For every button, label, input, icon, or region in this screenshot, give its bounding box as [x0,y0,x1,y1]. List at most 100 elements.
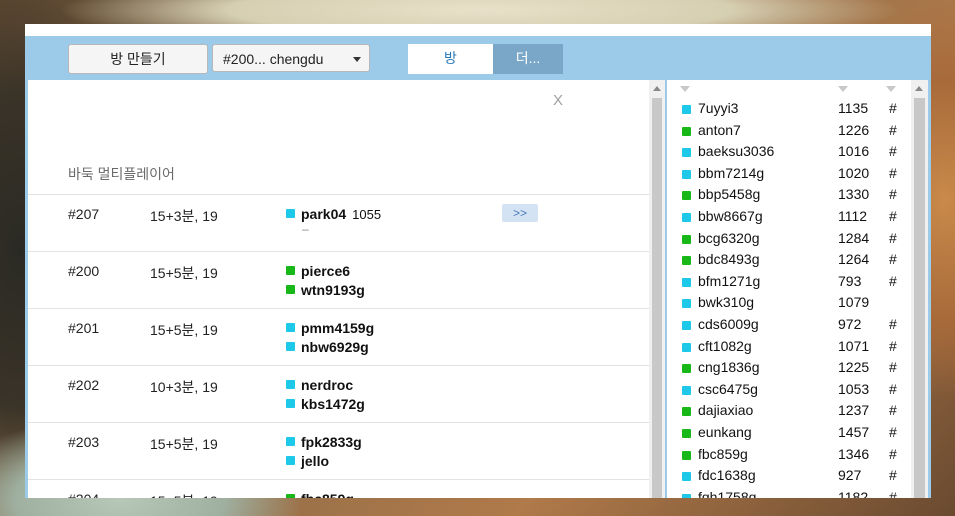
create-room-button[interactable]: 방 만들기 [68,44,208,74]
user-list-panel: 7uyyi3 1135 # anton7 1226 # baeksu3036 1… [667,80,911,498]
user-name: bdc8493g [698,251,760,268]
user-name: anton7 [698,121,741,138]
user-name: bfm1271g [698,272,761,289]
user-name: csc6475g [698,380,758,397]
user-flag: # [889,380,897,397]
player-2: kbs1472g [286,396,365,412]
user-row[interactable]: anton7 1226 # [667,120,911,142]
user-flag: # [889,100,897,116]
game-list-panel: X 바둑 멀티플레이어 #207 15+3분, 19 park04 1055 – >… [28,80,649,498]
player-1: park04 1055 [286,206,381,222]
user-row[interactable]: 7uyyi3 1135 # [667,98,911,120]
user-flag: # [889,423,897,440]
user-rating: 1135 [838,100,869,116]
user-row[interactable]: fbc859g 1346 # [667,444,911,466]
user-row[interactable]: cft1082g 1071 # [667,336,911,358]
user-rating: 927 [838,467,862,484]
game-row[interactable]: #200 15+5분, 19 pierce6 wtn9193g [28,251,649,308]
status-dot [286,285,295,294]
user-row[interactable]: fdc1638g 927 # [667,465,911,487]
status-dot [682,472,691,482]
game-time-control: 15+5분, 19 [150,265,218,281]
chevron-down-icon [353,57,361,62]
user-rating: 1053 [838,380,870,397]
player-name: park04 [301,206,347,222]
status-dot [286,323,295,332]
player-name: pierce6 [301,263,351,279]
player-rating: 1055 [352,207,382,222]
user-row[interactable]: bwk310g 1079 [667,292,911,314]
status-dot [682,385,691,395]
status-dot [682,277,691,287]
toolbar: 방 만들기 #200... chengdu 방 더... [25,36,931,80]
user-rating: 1016 [838,143,870,160]
status-dot [682,320,691,330]
game-number: #200 [68,263,100,279]
player-name: nerdroc [301,377,354,393]
user-row[interactable]: dajiaxiao 1237 # [667,400,911,422]
user-name: baeksu3036 [698,143,775,160]
sort-flag-icon[interactable] [886,86,896,92]
game-row[interactable]: #202 10+3분, 19 nerdroc kbs1472g [28,365,649,422]
status-dot [682,148,691,158]
sort-rating-icon[interactable] [838,86,848,92]
user-flag: # [889,207,897,224]
user-row[interactable]: bdc8493g 1264 # [667,249,911,271]
user-name: cng1836g [698,359,760,376]
player-name: kbs1472g [301,396,365,412]
game-row[interactable]: #204 15+5분, 19 fbc859g [28,479,649,498]
room-select[interactable]: #200... chengdu [212,44,370,72]
game-time-control: 15+3분, 19 [150,208,218,224]
user-row[interactable]: cng1836g 1225 # [667,357,911,379]
tab-more[interactable]: 더... [493,44,563,74]
user-flag: # [889,272,897,289]
scroll-thumb[interactable] [652,98,662,498]
game-row[interactable]: #201 15+5분, 19 pmm4159g nbw6929g [28,308,649,365]
user-row[interactable]: bcg6320g 1284 # [667,228,911,250]
tab-room[interactable]: 방 [408,44,493,74]
user-flag: # [889,467,897,484]
user-row[interactable]: bbp5458g 1330 # [667,184,911,206]
user-row[interactable]: bbm7214g 1020 # [667,163,911,185]
scroll-up-icon[interactable] [653,86,661,91]
user-row[interactable]: bbw8667g 1112 # [667,206,911,228]
scroll-thumb[interactable] [914,98,925,498]
user-flag: # [889,488,897,498]
user-name: bbm7214g [698,164,765,181]
user-row[interactable]: cds6009g 972 # [667,314,911,336]
user-row[interactable]: bfm1271g 793 # [667,271,911,293]
player-1: nerdroc [286,377,353,393]
scroll-up-icon[interactable] [915,86,923,91]
player-1: fpk2833g [286,434,362,450]
user-row[interactable]: eunkang 1457 # [667,422,911,444]
status-dot [682,428,691,438]
user-row[interactable]: csc6475g 1053 # [667,379,911,401]
user-row[interactable]: baeksu3036 1016 # [667,141,911,163]
game-row[interactable]: #207 15+3분, 19 park04 1055 – >> [28,194,649,251]
player-name: fbc859g [301,491,354,498]
user-rating: 1264 [838,251,870,268]
user-flag: # [889,359,897,376]
status-dot [682,364,691,374]
close-icon[interactable]: X [553,92,563,109]
user-name: fgh1758g [698,488,757,498]
status-dot [286,437,295,446]
sort-name-icon[interactable] [680,86,690,92]
user-row[interactable]: fgh1758g 1182 # [667,487,911,498]
status-dot [682,234,691,244]
status-dot [682,126,691,136]
game-list: #207 15+3분, 19 park04 1055 – >> #200 15+5분,… [28,194,649,498]
game-time-control: 10+3분, 19 [150,379,218,395]
user-name: eunkang [698,423,752,440]
game-number: #202 [68,377,100,393]
right-border [928,36,931,498]
game-row[interactable]: #203 15+5분, 19 fpk2833g jello [28,422,649,479]
user-list-scrollbar[interactable] [911,80,928,498]
join-game-button[interactable]: >> [502,204,538,222]
user-name: bbw8667g [698,207,763,224]
game-list-scrollbar[interactable] [649,80,665,498]
user-name: 7uyyi3 [698,100,739,116]
status-dot [286,399,295,408]
user-rating: 1330 [838,186,870,203]
user-rating: 1225 [838,359,870,376]
